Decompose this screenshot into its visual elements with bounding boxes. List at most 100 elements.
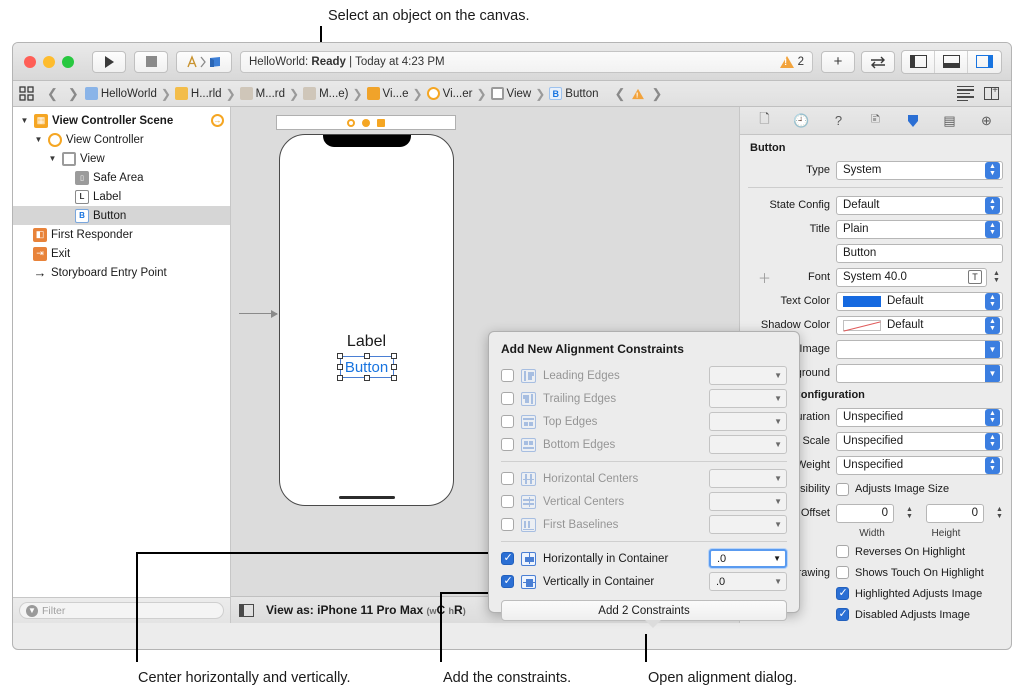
leading-edges-checkbox[interactable] xyxy=(501,369,514,382)
constraint-row-bottom-edges[interactable]: Bottom Edges ▼ xyxy=(501,433,787,456)
trailing-edges-value-select[interactable]: ▼ xyxy=(709,389,787,408)
horizontally-in-container-checkbox[interactable] xyxy=(501,551,514,565)
close-button[interactable] xyxy=(24,55,36,68)
disabled-adjusts-image-checkbox[interactable] xyxy=(836,607,849,621)
constraint-row-first-baselines[interactable]: First Baselines ▼ xyxy=(501,513,787,536)
weight-popup[interactable]: Unspecified ▲ ▼ xyxy=(836,455,1003,475)
sidebar-item-exit[interactable]: ⇥ Exit xyxy=(13,244,230,263)
resize-handle-se[interactable] xyxy=(390,375,397,381)
identity-inspector-icon[interactable]: 🗈 xyxy=(866,111,886,130)
resize-handle-e[interactable] xyxy=(390,364,397,370)
shadow-color-popup[interactable]: Default ▲ ▼ xyxy=(836,315,1003,335)
stop-button[interactable] xyxy=(134,50,168,73)
disclosure-triangle[interactable]: ▼ xyxy=(47,154,58,163)
state-config-popup[interactable]: Default ▲ ▼ xyxy=(836,195,1003,215)
configuration-popup[interactable]: Unspecified ▲ ▼ xyxy=(836,407,1003,427)
breadcrumb-item-project[interactable]: HelloWorld xyxy=(84,87,157,100)
resize-handle-s[interactable] xyxy=(363,375,370,381)
canvas-button-selection[interactable]: Button xyxy=(336,353,397,381)
sidebar-item-button[interactable]: B Button xyxy=(13,206,230,225)
nav-forward-button[interactable]: ❯ xyxy=(64,86,83,102)
adjusts-image-size-checkbox[interactable] xyxy=(836,482,849,496)
vertical-centers-value-select[interactable]: ▼ xyxy=(709,492,787,511)
sidebar-item-safe-area[interactable]: ▯ Safe Area xyxy=(13,168,230,187)
disclosure-triangle[interactable]: ▼ xyxy=(19,116,30,125)
sidebar-item-first-responder[interactable]: ◧ First Responder xyxy=(13,225,230,244)
add-editor-button[interactable]: + xyxy=(821,50,855,73)
constraint-row-vertical-centers[interactable]: Vertical Centers ▼ xyxy=(501,490,787,513)
square-icon[interactable] xyxy=(377,118,385,127)
device-frame[interactable]: Label Button xyxy=(279,134,454,506)
sidebar-item-label[interactable]: L Label xyxy=(13,187,230,206)
text-color-popup[interactable]: Default ▲ ▼ xyxy=(836,291,1003,311)
breadcrumb-item-file-1[interactable]: M...rd xyxy=(239,87,285,100)
attributes-inspector-icon[interactable] xyxy=(903,112,923,130)
leading-edges-value-select[interactable]: ▼ xyxy=(709,366,787,385)
constraint-row-horizontally-in-container[interactable]: Horizontally in Container .0▼ xyxy=(501,547,787,570)
offset-width-stepper[interactable]: ▲ ▼ xyxy=(903,505,916,522)
quick-help-icon[interactable]: ? xyxy=(829,112,849,130)
canvas-label-text[interactable]: Label xyxy=(347,333,386,351)
title-popup[interactable]: Plain ▲ ▼ xyxy=(836,219,1003,239)
type-popup[interactable]: System ▲ ▼ xyxy=(836,160,1003,180)
vertically-in-container-checkbox[interactable] xyxy=(501,574,514,588)
resize-handle-w[interactable] xyxy=(336,364,343,370)
breadcrumb-item-folder[interactable]: H...rld xyxy=(174,87,222,100)
circle-outline-icon[interactable] xyxy=(347,118,355,127)
circle-filled-icon[interactable] xyxy=(362,118,370,127)
breadcrumb-item-view[interactable]: View xyxy=(490,87,531,100)
constraint-row-trailing-edges[interactable]: Trailing Edges ▼ xyxy=(501,387,787,410)
horizontal-centers-value-select[interactable]: ▼ xyxy=(709,469,787,488)
disclosure-triangle[interactable]: ▼ xyxy=(33,135,44,144)
horizontal-centers-checkbox[interactable] xyxy=(501,472,514,485)
size-inspector-icon[interactable]: ▤ xyxy=(940,112,960,130)
top-edges-value-select[interactable]: ▼ xyxy=(709,412,787,431)
scale-popup[interactable]: Unspecified ▲ ▼ xyxy=(836,431,1003,451)
issue-prev-button[interactable]: ❮ xyxy=(611,86,630,102)
breadcrumb-item-button[interactable]: B Button xyxy=(549,87,599,100)
assistant-editor-icon[interactable] xyxy=(984,85,999,100)
resize-handle-nw[interactable] xyxy=(336,353,343,359)
image-combo[interactable]: ▼ xyxy=(836,339,1003,359)
constraint-row-vertically-in-container[interactable]: Vertically in Container .0▼ xyxy=(501,570,787,593)
breadcrumb-warning-icon[interactable] xyxy=(632,88,645,99)
document-outline-toggle-icon[interactable] xyxy=(239,603,254,617)
background-combo[interactable]: ▼ xyxy=(836,363,1003,383)
sidebar-item-view[interactable]: ▼ View xyxy=(13,149,230,168)
search-input[interactable]: ▼ Filter xyxy=(19,602,224,619)
left-pane-toggle[interactable] xyxy=(902,50,935,73)
breadcrumb-item-view-controller[interactable]: Vi...er xyxy=(426,87,472,100)
constraint-row-horizontal-centers[interactable]: Horizontal Centers ▼ xyxy=(501,467,787,490)
offset-width-input[interactable]: 0 xyxy=(836,503,894,523)
resize-handle-n[interactable] xyxy=(363,353,370,359)
maximize-button[interactable] xyxy=(62,55,74,68)
add-font-variation-icon[interactable]: ＋ xyxy=(758,268,771,287)
shows-touch-on-highlight-checkbox[interactable] xyxy=(836,566,849,579)
font-picker-icon[interactable]: T xyxy=(968,270,982,284)
nav-back-button[interactable]: ❮ xyxy=(43,86,62,102)
issue-next-button[interactable]: ❯ xyxy=(647,86,666,102)
constraint-row-top-edges[interactable]: Top Edges ▼ xyxy=(501,410,787,433)
bottom-edges-value-select[interactable]: ▼ xyxy=(709,435,787,454)
top-edges-checkbox[interactable] xyxy=(501,415,514,428)
activity-status-field[interactable]: HelloWorld: Ready | Today at 4:23 PM 2 xyxy=(240,50,813,73)
reverses-on-highlight-checkbox[interactable] xyxy=(836,545,849,558)
first-baselines-value-select[interactable]: ▼ xyxy=(709,515,787,534)
bottom-pane-toggle[interactable] xyxy=(935,50,968,73)
breadcrumb-item-storyboard[interactable]: Vi...e xyxy=(366,87,409,100)
first-baselines-checkbox[interactable] xyxy=(501,518,514,531)
issue-counter[interactable]: 2 xyxy=(779,55,804,68)
offset-height-stepper[interactable]: ▲ ▼ xyxy=(993,505,1006,522)
resize-handle-ne[interactable] xyxy=(390,353,397,359)
sidebar-item-view-controller-scene[interactable]: ▼ ▦ View Controller Scene → xyxy=(13,111,230,130)
minimize-button[interactable] xyxy=(43,55,55,68)
sidebar-item-view-controller[interactable]: ▼ View Controller xyxy=(13,130,230,149)
font-stepper[interactable]: ▲ ▼ xyxy=(990,269,1003,286)
title-text-input[interactable]: Button xyxy=(836,243,1003,263)
history-inspector-icon[interactable]: 🕘 xyxy=(792,112,812,130)
constraint-row-leading-edges[interactable]: Leading Edges ▼ xyxy=(501,364,787,387)
sidebar-item-storyboard-entry-point[interactable]: → Storyboard Entry Point xyxy=(13,263,230,282)
view-as-control[interactable]: View as: iPhone 11 Pro Max (wC hR) xyxy=(266,603,466,617)
resize-handle-sw[interactable] xyxy=(336,375,343,381)
connections-inspector-icon[interactable]: ⊕ xyxy=(977,112,997,130)
